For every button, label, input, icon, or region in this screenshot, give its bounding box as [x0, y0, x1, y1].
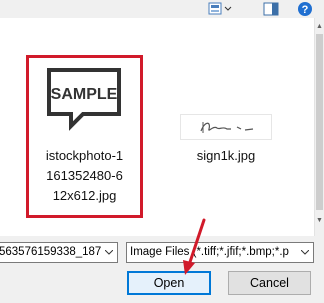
vertical-scrollbar[interactable]: ▲ ▼	[314, 18, 324, 236]
file-name-value[interactable]: 563576159338_187	[0, 243, 103, 262]
dialog-toolbar: ?	[0, 0, 324, 18]
scroll-up-icon[interactable]: ▲	[315, 20, 324, 32]
dialog-footer: 563576159338_187 Image Files (*.tiff;*.j…	[0, 236, 324, 303]
file-name-label: istockphoto-1 161352480-6 12x612.jpg	[45, 148, 124, 203]
file-thumbnail	[180, 114, 272, 140]
svg-text:?: ?	[302, 4, 309, 16]
file-type-dropdown[interactable]: Image Files (*.tiff;*.jfif;*.bmp;*.p	[126, 242, 314, 263]
file-list-pane[interactable]: SAMPLE istockphoto-1 161352480-6 12x612.…	[0, 18, 314, 236]
change-view-button[interactable]	[207, 1, 233, 17]
preview-pane-icon	[263, 2, 279, 16]
signature-image	[200, 122, 254, 133]
file-thumbnail: SAMPLE	[43, 66, 125, 134]
preview-pane-button[interactable]	[262, 1, 280, 17]
file-item[interactable]: sign1k.jpg	[176, 108, 276, 168]
file-item-selected[interactable]: SAMPLE istockphoto-1 161352480-6 12x612.…	[26, 55, 143, 218]
scrollbar-thumb[interactable]	[316, 34, 323, 210]
cancel-button[interactable]: Cancel	[228, 271, 311, 295]
svg-text:SAMPLE: SAMPLE	[51, 86, 118, 103]
file-name-label: sign1k.jpg	[196, 148, 256, 163]
open-button[interactable]: Open	[127, 271, 211, 295]
sample-stamp-image: SAMPLE	[47, 68, 121, 131]
help-button[interactable]: ?	[296, 1, 314, 17]
file-type-value: Image Files (*.tiff;*.jfif;*.bmp;*.p	[130, 246, 289, 258]
chevron-down-icon[interactable]	[104, 243, 114, 262]
change-view-icon	[208, 2, 232, 15]
scroll-down-icon[interactable]: ▼	[315, 214, 324, 226]
help-icon: ?	[298, 2, 312, 16]
file-name-combobox[interactable]: 563576159338_187	[0, 242, 118, 263]
chevron-down-icon[interactable]	[300, 243, 310, 262]
